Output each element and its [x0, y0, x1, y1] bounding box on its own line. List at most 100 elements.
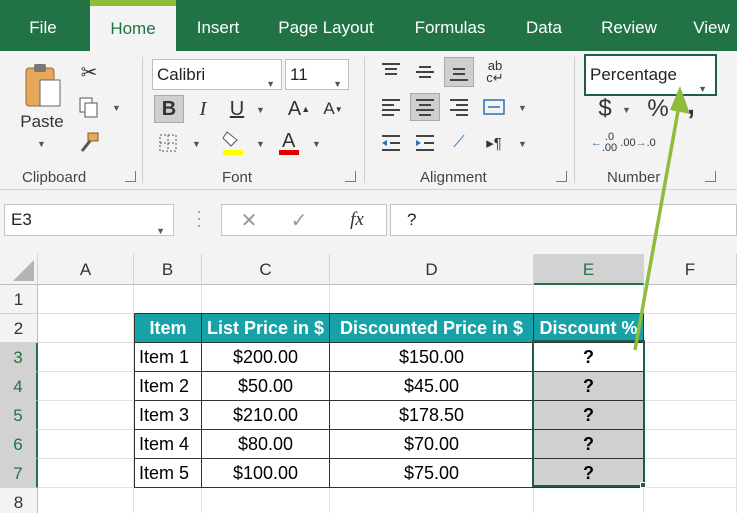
increase-decimal-icon[interactable]: ← .0.00: [590, 129, 618, 157]
grid-cell[interactable]: [202, 488, 330, 513]
decrease-decimal-icon[interactable]: .00 → .0: [620, 129, 655, 157]
table-cell[interactable]: $45.00: [330, 372, 534, 401]
table-header-cell[interactable]: Discount %: [534, 314, 644, 343]
column-header-f[interactable]: F: [644, 254, 737, 285]
grid-cell[interactable]: [202, 285, 330, 314]
table-cell[interactable]: $50.00: [202, 372, 330, 401]
align-left-icon[interactable]: [376, 93, 406, 121]
table-cell[interactable]: Item 3: [135, 401, 202, 430]
align-right-icon[interactable]: [444, 93, 474, 121]
italic-button[interactable]: I: [188, 95, 218, 123]
borders-icon[interactable]: [156, 131, 180, 155]
table-cell-selected[interactable]: ?: [534, 430, 644, 459]
table-cell[interactable]: $70.00: [330, 430, 534, 459]
fill-handle[interactable]: [640, 482, 646, 488]
font-color-dropdown-icon[interactable]: ▼: [312, 139, 321, 149]
number-format-select[interactable]: Percentage ▼: [584, 54, 717, 96]
bottom-align-icon[interactable]: [444, 57, 474, 87]
percent-style-button[interactable]: %: [644, 95, 672, 123]
copy-icon[interactable]: [76, 95, 102, 121]
grid-cell[interactable]: [330, 285, 534, 314]
formula-input[interactable]: ?: [390, 204, 737, 236]
cancel-icon[interactable]: ✕: [236, 207, 262, 233]
grid-cell[interactable]: [330, 488, 534, 513]
grid-cell[interactable]: [644, 372, 737, 401]
tab-data[interactable]: Data: [516, 0, 572, 51]
table-cell[interactable]: Item 1: [135, 343, 202, 372]
align-center-icon[interactable]: [410, 93, 440, 121]
merge-center-icon[interactable]: [480, 93, 508, 121]
orientation-icon[interactable]: ⟋: [444, 129, 474, 157]
grid-cell[interactable]: [644, 343, 737, 372]
insert-function-icon[interactable]: fx: [342, 206, 372, 234]
grid-cell[interactable]: [134, 488, 202, 513]
grid-cell[interactable]: [38, 372, 134, 401]
grid-cell[interactable]: [38, 314, 134, 343]
table-header-cell[interactable]: Discounted Price in $: [330, 314, 534, 343]
bold-button[interactable]: B: [154, 95, 184, 123]
column-header-d[interactable]: D: [330, 254, 534, 285]
number-launcher-icon[interactable]: [705, 171, 716, 182]
paste-label[interactable]: Paste: [14, 111, 70, 133]
row-header-3[interactable]: 3: [0, 343, 38, 372]
table-header-cell[interactable]: Item: [135, 314, 202, 343]
table-cell[interactable]: Item 2: [135, 372, 202, 401]
grid-cell[interactable]: [38, 401, 134, 430]
table-cell-selected[interactable]: ?: [534, 459, 644, 488]
decrease-indent-icon[interactable]: [376, 129, 406, 157]
row-header-2[interactable]: 2: [0, 314, 38, 343]
grid-cell[interactable]: [644, 314, 737, 343]
grid-cell[interactable]: [38, 430, 134, 459]
column-header-b[interactable]: B: [134, 254, 202, 285]
row-header-7[interactable]: 7: [0, 459, 38, 488]
table-cell-selected[interactable]: ?: [534, 372, 644, 401]
tab-page-layout[interactable]: Page Layout: [268, 0, 384, 51]
font-size-select[interactable]: 11 ▼: [285, 59, 349, 90]
row-header-5[interactable]: 5: [0, 401, 38, 430]
grid-cell[interactable]: [38, 285, 134, 314]
fill-color-icon[interactable]: [220, 127, 246, 157]
cut-icon[interactable]: ✂: [76, 59, 102, 85]
clipboard-launcher-icon[interactable]: [125, 171, 136, 182]
table-cell[interactable]: $75.00: [330, 459, 534, 488]
text-direction-dropdown-icon[interactable]: ▼: [518, 139, 527, 149]
enter-icon[interactable]: ✓: [286, 207, 312, 233]
column-header-a[interactable]: A: [38, 254, 134, 285]
row-header-4[interactable]: 4: [0, 372, 38, 401]
font-name-select[interactable]: Calibri ▼: [152, 59, 282, 90]
table-cell[interactable]: $200.00: [202, 343, 330, 372]
fill-color-dropdown-icon[interactable]: ▼: [256, 139, 265, 149]
formula-bar-grip-icon[interactable]: · · ·: [196, 202, 202, 234]
font-launcher-icon[interactable]: [345, 171, 356, 182]
grid-cell[interactable]: [644, 459, 737, 488]
borders-dropdown-icon[interactable]: ▼: [192, 139, 201, 149]
text-direction-icon[interactable]: ▸¶: [480, 129, 508, 157]
merge-dropdown-icon[interactable]: ▼: [518, 103, 527, 113]
table-header-cell[interactable]: List Price in $: [202, 314, 330, 343]
comma-style-button[interactable]: ,: [680, 89, 702, 120]
grid-cell[interactable]: [644, 430, 737, 459]
grid-cell[interactable]: [644, 285, 737, 314]
table-cell[interactable]: $80.00: [202, 430, 330, 459]
grid-cell[interactable]: [644, 401, 737, 430]
name-box[interactable]: E3 ▼: [4, 204, 174, 236]
table-cell[interactable]: Item 4: [135, 430, 202, 459]
paste-button[interactable]: [18, 57, 66, 113]
column-header-e[interactable]: E: [534, 254, 644, 285]
tab-view[interactable]: View: [686, 0, 737, 51]
format-painter-icon[interactable]: [76, 129, 102, 155]
alignment-launcher-icon[interactable]: [556, 171, 567, 182]
currency-dropdown-icon[interactable]: ▼: [622, 105, 631, 115]
grid-cell[interactable]: [534, 488, 644, 513]
table-cell-selected[interactable]: ?: [534, 401, 644, 430]
increase-indent-icon[interactable]: [410, 129, 440, 157]
grid-cell[interactable]: [38, 343, 134, 372]
column-header-c[interactable]: C: [202, 254, 330, 285]
underline-dropdown-icon[interactable]: ▼: [256, 105, 265, 115]
grid-cell[interactable]: [134, 285, 202, 314]
font-color-icon[interactable]: A: [276, 127, 302, 157]
grid-cell[interactable]: [644, 488, 737, 513]
tab-insert[interactable]: Insert: [186, 0, 250, 51]
table-cell[interactable]: $178.50: [330, 401, 534, 430]
table-cell[interactable]: $210.00: [202, 401, 330, 430]
